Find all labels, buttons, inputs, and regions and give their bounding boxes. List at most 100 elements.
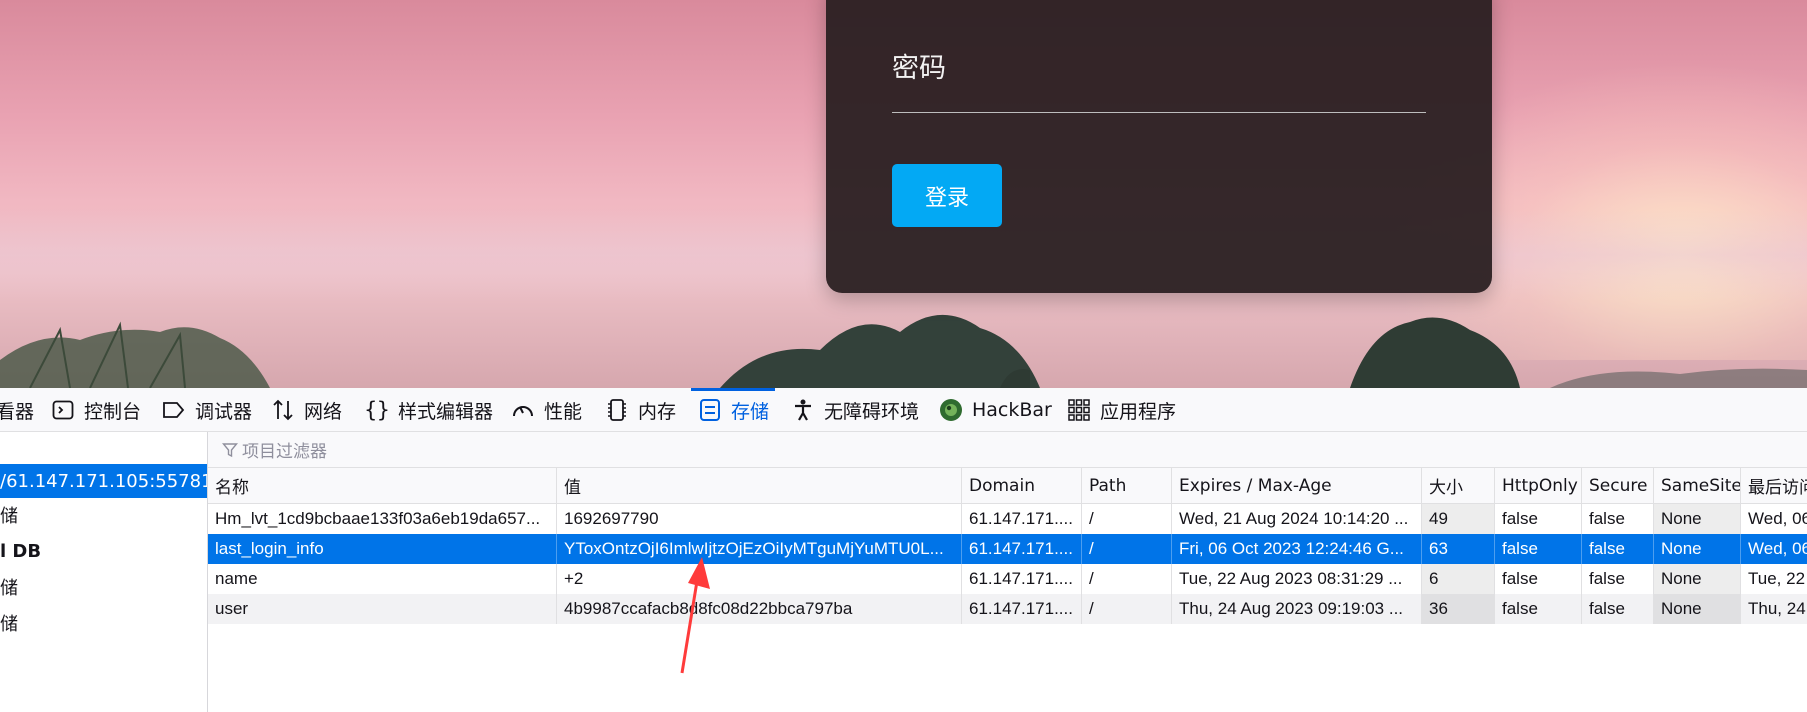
filter-funnel-icon [222,442,238,458]
accessibility-icon [790,397,816,423]
cell-domain: 61.147.171.... [962,534,1082,564]
tab-label: 网络 [304,400,343,423]
cell-path: / [1082,594,1172,624]
cell-size: 36 [1422,594,1495,624]
tab-label: 无障碍环境 [824,400,920,423]
column-header-size[interactable]: 大小 [1422,468,1495,503]
cookies-table: 名称 值 Domain Path Expires / Max-Age 大小 Ht… [208,468,1807,712]
sidebar-item-host[interactable]: /61.147.171.105:55781 [0,464,207,498]
table-row[interactable]: user 4b9987ccafacb8d8fc08d22bbca797ba 61… [208,594,1807,624]
cell-last-accessed: Thu, 24 [1741,594,1807,624]
login-button[interactable]: 登录 [892,164,1002,227]
cell-name: last_login_info [208,534,557,564]
cell-value: 4b9987ccafacb8d8fc08d22bbca797ba [557,594,962,624]
column-header-name[interactable]: 名称 [208,468,557,503]
tab-performance[interactable]: 性能 [510,388,582,432]
table-row[interactable]: Hm_lvt_1cd9bcbaae133f03a6eb19da657... 16… [208,504,1807,534]
sidebar-item-session-storage[interactable]: 储 [0,570,207,604]
cell-secure: false [1582,564,1654,594]
app-grid-icon [1066,397,1092,423]
table-row-selected[interactable]: last_login_info YToxOntzOjI6ImlwIjtzOjEz… [208,534,1807,564]
cell-expires: Fri, 06 Oct 2023 12:24:46 G... [1172,534,1422,564]
table-row[interactable]: name +2 61.147.171.... / Tue, 22 Aug 202… [208,564,1807,594]
cell-path: / [1082,504,1172,534]
tab-accessibility[interactable]: 无障碍环境 [790,388,919,432]
column-header-value[interactable]: 值 [557,468,962,503]
tab-label: 控制台 [84,400,142,423]
tab-hackbar[interactable]: HackBar [938,388,1052,432]
cell-name: Hm_lvt_1cd9bcbaae133f03a6eb19da657... [208,504,557,534]
cell-domain: 61.147.171.... [962,504,1082,534]
tab-application[interactable]: 应用程序 [1066,388,1176,432]
tab-debugger[interactable]: 调试器 [161,388,252,432]
column-header-expires[interactable]: Expires / Max-Age [1172,468,1422,503]
cell-secure: false [1582,594,1654,624]
column-header-path[interactable]: Path [1082,468,1172,503]
cell-domain: 61.147.171.... [962,594,1082,624]
cell-path: / [1082,564,1172,594]
tab-label: 样式编辑器 [398,400,494,423]
tab-label: 看器 [0,400,35,423]
sidebar-item-label: 储 [0,578,18,599]
sidebar-item-label: 储 [0,506,18,527]
sidebar-item-indexed-db[interactable]: l DB [0,534,207,568]
cell-value: 1692697790 [557,504,962,534]
cell-last-accessed: Tue, 22 [1741,564,1807,594]
cell-samesite: None [1654,564,1741,594]
tab-storage[interactable]: 存储 [690,388,776,432]
cell-name: name [208,564,557,594]
tab-label: 调试器 [195,400,253,423]
sidebar-item-local-storage[interactable]: 储 [0,498,207,532]
cell-httponly: false [1495,504,1582,534]
storage-icon [697,397,723,423]
column-header-samesite[interactable]: SameSite [1654,468,1741,503]
cell-domain: 61.147.171.... [962,564,1082,594]
sidebar-item-label: l DB [0,540,42,562]
column-header-last-accessed[interactable]: 最后访问 [1741,468,1807,503]
cell-value: YToxOntzOjI6ImlwIjtzOjEzOiIyMTguMjYuMTU0… [557,534,962,564]
sidebar-item-label: /61.147.171.105:55781 [0,470,207,492]
cell-expires: Wed, 21 Aug 2024 10:14:20 ... [1172,504,1422,534]
cell-name: user [208,594,557,624]
tab-console[interactable]: 控制台 [50,388,141,432]
sidebar-item-cache-storage[interactable]: 储 [0,606,207,640]
column-header-domain[interactable]: Domain [962,468,1082,503]
tab-label: 应用程序 [1100,400,1177,423]
cell-secure: false [1582,504,1654,534]
devtools-panel: 看器 控制台 调试器 网络 {} 样式编辑器 性能 内存 存储 无障碍环境 Ha… [0,388,1807,712]
tab-inspector[interactable]: 看器 [0,388,34,432]
column-header-secure[interactable]: Secure [1582,468,1654,503]
tab-memory[interactable]: 内存 [604,388,676,432]
column-header-httponly[interactable]: HttpOnly [1495,468,1582,503]
storage-sidebar: /61.147.171.105:55781 储 l DB 储 储 [0,432,208,712]
tab-label: 存储 [731,400,770,423]
tab-label: 内存 [638,400,677,423]
cell-samesite: None [1654,504,1741,534]
braces-icon: {} [364,398,390,422]
tab-network[interactable]: 网络 [270,388,342,432]
password-input-underline[interactable] [892,112,1426,113]
cell-size: 49 [1422,504,1495,534]
cell-httponly: false [1495,564,1582,594]
item-filter-bar[interactable]: 项目过滤器 [208,432,1807,468]
annotation-arrow [680,557,710,674]
cell-httponly: false [1495,534,1582,564]
debugger-icon [161,397,187,423]
cell-path: / [1082,534,1172,564]
cell-size: 63 [1422,534,1495,564]
memory-chip-icon [604,397,630,423]
sidebar-item-label: 储 [0,614,18,635]
cell-last-accessed: Wed, 06 [1741,534,1807,564]
cell-samesite: None [1654,534,1741,564]
cell-samesite: None [1654,594,1741,624]
console-icon [50,397,76,423]
filter-placeholder: 项目过滤器 [242,442,327,462]
password-label[interactable]: 密码 [892,46,946,85]
cell-last-accessed: Wed, 06 [1741,504,1807,534]
tab-style-editor[interactable]: {} 样式编辑器 [364,388,493,432]
tab-label: 性能 [544,400,583,423]
tab-label: HackBar [972,399,1052,421]
cell-httponly: false [1495,594,1582,624]
cell-expires: Thu, 24 Aug 2023 09:19:03 ... [1172,594,1422,624]
cell-expires: Tue, 22 Aug 2023 08:31:29 ... [1172,564,1422,594]
